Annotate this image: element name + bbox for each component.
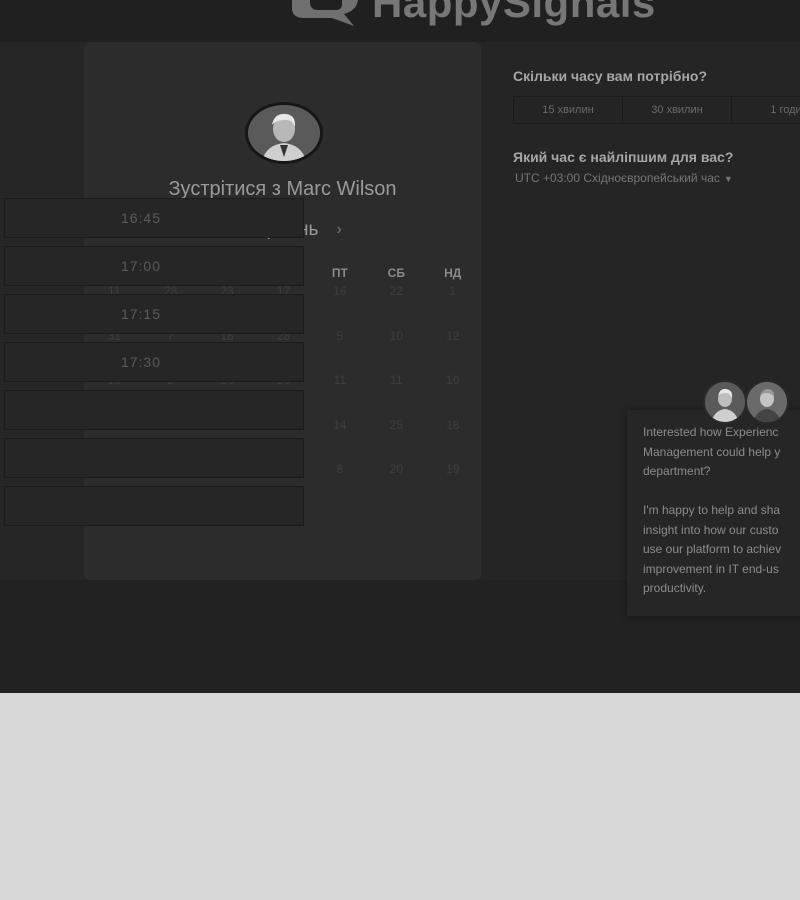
calendar-day: 10 [389,328,403,343]
time-slot[interactable] [4,438,304,478]
time-slot[interactable]: 17:30 [4,342,304,382]
weekday-label: ПТ [331,266,348,280]
calendar-day: 25 [389,417,403,432]
host-avatar [245,102,323,164]
top-bar: HappySignals [0,0,800,42]
chat-message-1: Interested how Experienc Management coul… [643,425,781,479]
app-window: HappySignals Зустрітися з Marc Wilson ‹ … [0,0,800,693]
chat-avatars [703,380,793,424]
calendar-day: 1 [449,284,457,298]
duration-selector: 15 хвилин 30 хвилин 1 годи [513,96,800,124]
chat-avatar-2 [745,380,789,424]
weekday-label: НД [444,266,462,280]
calendar-day: 5 [336,328,344,343]
calendar-day: 11 [390,373,403,387]
calendar-day: 12 [446,328,460,343]
calendar-day: 19 [446,462,460,476]
time-slot[interactable] [4,390,304,430]
timezone-select[interactable]: UTC +03:00 Східноєвропейський час ▼ [515,171,733,185]
weekday-label: СБ [387,266,405,280]
time-slot[interactable]: 17:15 [4,294,304,334]
caret-down-icon: ▼ [723,174,733,184]
time-slot[interactable] [4,486,304,526]
time-slot[interactable]: 16:45 [4,198,304,238]
calendar-day: 11 [333,373,347,387]
logo-speech-bubble-icon [292,0,358,26]
calendar-day: 20 [389,462,403,476]
calendar-day: 10 [446,373,460,387]
chevron-right-icon[interactable]: › [336,221,341,239]
time-question: Який час є найліпшим для вас? [513,149,734,165]
duration-option-60[interactable]: 1 годи [732,97,800,123]
duration-question: Скільки часу вам потрібно? [513,68,708,84]
logo: HappySignals [292,0,656,28]
duration-option-30[interactable]: 30 хвилин [623,97,732,123]
person-photo-icon [747,382,787,422]
person-photo-icon [705,382,745,422]
timezone-label: UTC +03:00 Східноєвропейський час [515,171,720,185]
chat-popup[interactable]: Interested how Experienc Management coul… [627,410,800,616]
duration-option-15[interactable]: 15 хвилин [514,97,623,123]
calendar-day: 14 [333,417,347,432]
chat-message-2: I'm happy to help and sha insight into h… [643,503,782,596]
calendar-day: 22 [389,284,403,298]
calendar-day: 18 [446,417,460,432]
calendar-day: 8 [336,462,344,476]
chat-avatar-1 [703,380,747,424]
person-photo-icon [248,105,320,161]
logo-text: HappySignals [372,0,656,26]
time-slot[interactable]: 17:00 [4,246,304,286]
calendar-day: 16 [333,284,347,298]
